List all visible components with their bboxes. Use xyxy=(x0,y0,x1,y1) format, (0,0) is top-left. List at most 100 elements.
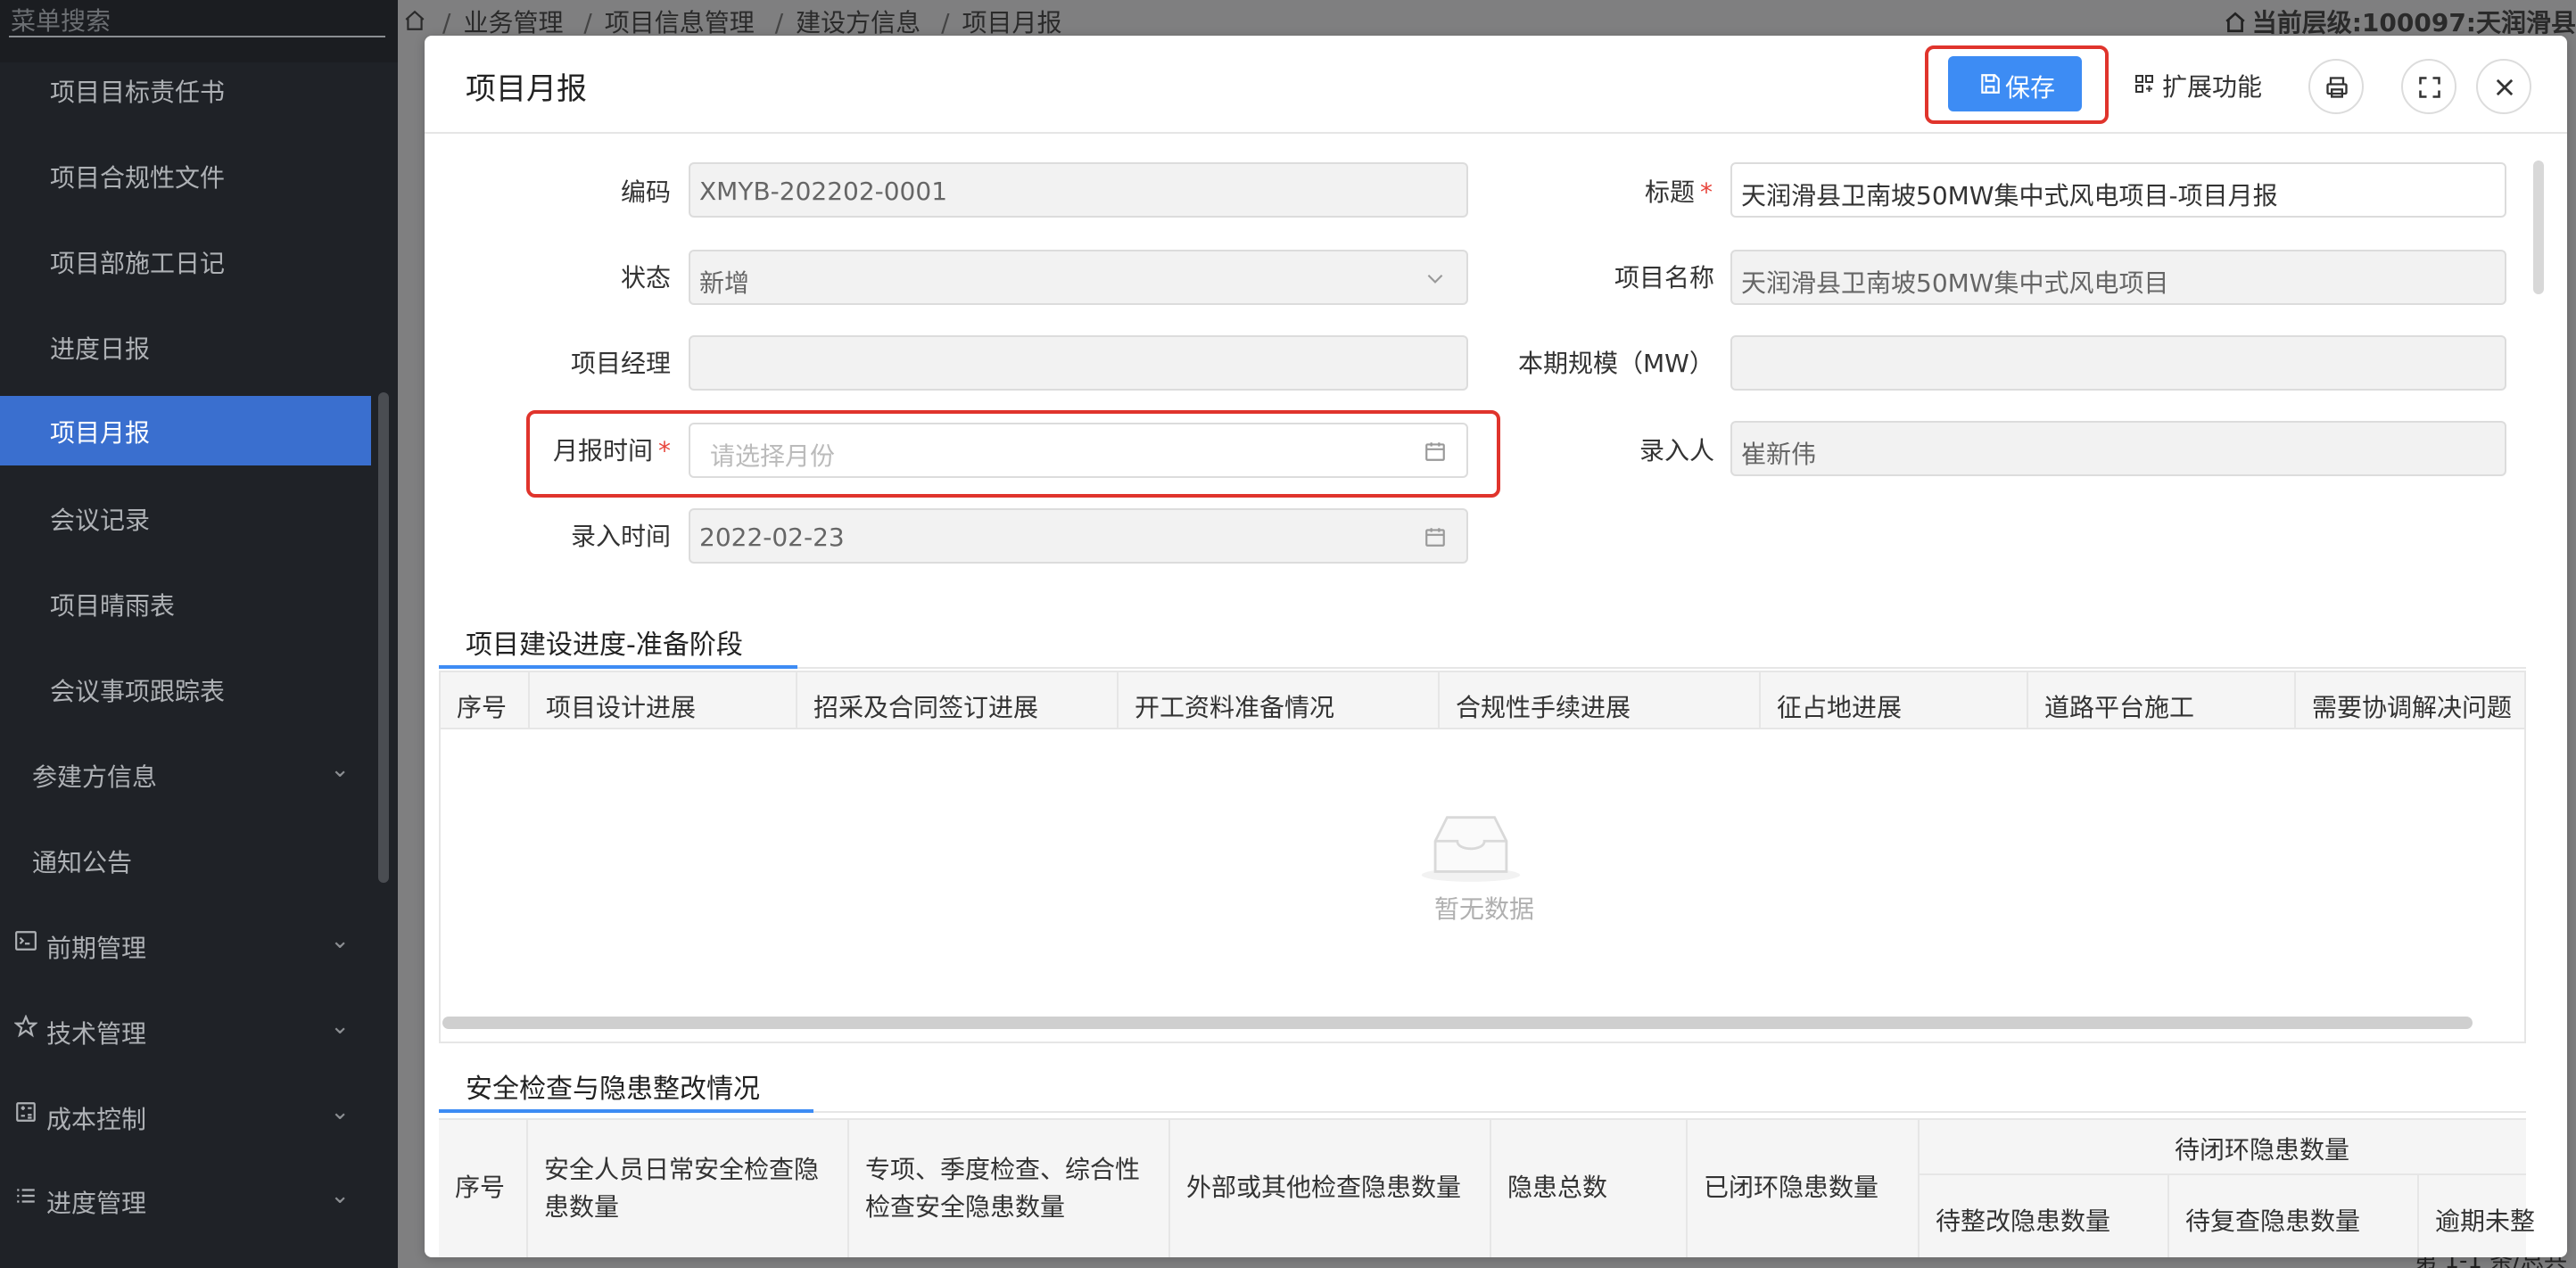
breadcrumb-item[interactable]: 项目信息管理 xyxy=(605,8,755,37)
column-group-header: 待闭环隐患数量 xyxy=(2175,1135,2350,1165)
menu-search-input[interactable]: 菜单搜索 xyxy=(11,2,111,37)
sidebar-item-monthly-report[interactable]: 项目月报 xyxy=(0,396,371,465)
modal-title: 项目月报 xyxy=(466,71,587,107)
preparation-table-body xyxy=(439,729,2526,1043)
save-button[interactable]: 保存 xyxy=(1948,56,2082,111)
empty-inbox-icon xyxy=(1421,816,1521,882)
manager-label: 项目经理 xyxy=(571,349,672,378)
sidebar-group-cost-control[interactable]: 成本控制 ⌄ xyxy=(0,1083,371,1152)
sidebar-item-label: 项目月报 xyxy=(50,418,151,448)
code-value: XMYB-202202-0001 xyxy=(699,177,948,206)
status-select[interactable]: 新增 xyxy=(689,250,1468,305)
title-input[interactable]: 天润滑县卫南坡50MW集中式风电项目-项目月报 xyxy=(1730,162,2506,218)
sidebar-group-participants[interactable]: 参建方信息 ⌄ xyxy=(0,740,371,810)
sidebar-item-label: 项目晴雨表 xyxy=(50,591,176,621)
column-header: 合规性手续进展 xyxy=(1456,693,1631,722)
status-value: 新增 xyxy=(699,268,750,298)
column-header: 道路平台施工 xyxy=(2044,693,2195,722)
table-horizontal-scrollbar[interactable] xyxy=(442,1017,2473,1029)
sidebar-item-construction-diary[interactable]: 项目部施工日记 xyxy=(0,226,371,296)
sidebar-item-daily-progress[interactable]: 进度日报 xyxy=(0,312,371,382)
sidebar-item-meeting-records[interactable]: 会议记录 xyxy=(0,483,371,553)
breadcrumb-item[interactable]: 建设方信息 xyxy=(796,8,921,37)
breadcrumb-item[interactable]: 业务管理 xyxy=(463,8,563,37)
sidebar-group-tech-management[interactable]: 技术管理 ⌄ xyxy=(0,997,371,1066)
fullscreen-button[interactable] xyxy=(2401,59,2456,114)
modal-scrollbar[interactable] xyxy=(2533,161,2544,294)
home-icon[interactable] xyxy=(403,9,426,32)
chevron-down-icon: ⌄ xyxy=(330,756,350,783)
column-header: 开工资料准备情况 xyxy=(1135,693,1335,722)
scale-field xyxy=(1730,335,2506,391)
column-header: 安全人员日常安全检查隐 xyxy=(544,1155,820,1184)
menu-search[interactable]: 菜单搜索 xyxy=(0,0,398,62)
sidebar-item-meeting-tracking[interactable]: 会议事项跟踪表 xyxy=(0,655,371,724)
title-value: 天润滑县卫南坡50MW集中式风电项目-项目月报 xyxy=(1741,181,2278,210)
apps-icon xyxy=(2135,75,2153,93)
entry-time-value: 2022-02-23 xyxy=(699,523,845,552)
sidebar-group-pre-management[interactable]: 前期管理 ⌄ xyxy=(0,911,371,981)
column-header: 待复查隐患数量 xyxy=(2185,1206,2361,1236)
section-title-preparation[interactable]: 项目建设进度-准备阶段 xyxy=(466,622,743,662)
sidebar-item-target-responsibility[interactable]: 项目目标责任书 xyxy=(0,55,371,125)
modal-header: 项目月报 保存 扩展功能 xyxy=(425,36,2567,134)
list-icon xyxy=(17,1189,35,1203)
chevron-down-icon xyxy=(1427,274,1443,284)
safety-table-header: 序号 安全人员日常安全检查隐 患数量 专项、季度检查、综合性 检查安全隐患数量 … xyxy=(439,1118,2535,1257)
chevron-down-icon: ⌄ xyxy=(330,1099,350,1125)
monthly-report-modal: 项目月报 保存 扩展功能 编码 XMYB-202202-0001 标题 * 天润滑… xyxy=(425,36,2567,1257)
chevron-down-icon: ⌄ xyxy=(330,1182,350,1209)
entry-person-label: 录入人 xyxy=(1639,436,1715,465)
breadcrumb: / 业务管理 / 项目信息管理 / 建设方信息 / 项目月报 xyxy=(405,4,1062,39)
entry-person-field: 崔新伟 xyxy=(1730,421,2506,476)
sidebar-item-project-barometer[interactable]: 项目晴雨表 xyxy=(0,569,371,638)
entry-time-field: 2022-02-23 xyxy=(689,508,1468,564)
column-header: 已闭环隐患数量 xyxy=(1704,1173,1879,1202)
sidebar: 菜单搜索 项目目标责任书 项目合规性文件 项目部施工日记 进度日报 项目月报 会… xyxy=(0,0,398,1268)
print-button[interactable] xyxy=(2308,59,2364,114)
column-header: 项目设计进展 xyxy=(546,693,697,722)
save-icon xyxy=(1981,74,2000,94)
status-label: 状态 xyxy=(621,263,672,292)
sidebar-item-label: 项目目标责任书 xyxy=(50,78,226,107)
empty-text: 暂无数据 xyxy=(1434,894,1535,924)
fullscreen-icon xyxy=(2419,77,2440,98)
month-picker[interactable]: 请选择月份 xyxy=(689,423,1468,478)
section-tab-underline xyxy=(439,1109,813,1113)
column-header: 需要协调解决问题 xyxy=(2312,693,2513,722)
entry-time-label: 录入时间 xyxy=(571,522,672,551)
sidebar-group-notices[interactable]: 通知公告 xyxy=(0,826,371,895)
sidebar-item-label: 项目合规性文件 xyxy=(50,163,226,193)
column-header: 专项、季度检查、综合性 xyxy=(865,1155,1141,1184)
column-header: 检查安全隐患数量 xyxy=(865,1192,1066,1222)
column-header: 逾期未整 xyxy=(2435,1206,2536,1236)
sidebar-item-label: 会议事项跟踪表 xyxy=(50,677,226,706)
section-title-safety[interactable]: 安全检查与隐患整改情况 xyxy=(466,1066,760,1106)
month-label: 月报时间 * xyxy=(553,436,672,465)
chevron-down-icon: ⌄ xyxy=(330,1013,350,1040)
star-icon xyxy=(14,1015,37,1038)
sidebar-group-label: 技术管理 xyxy=(46,1019,147,1049)
sidebar-group-progress-management[interactable]: 进度管理 ⌄ xyxy=(0,1166,371,1236)
column-header: 招采及合同签订进展 xyxy=(813,693,1039,722)
top-bar: / 业务管理 / 项目信息管理 / 建设方信息 / 项目月报 当前层级:100097:天… xyxy=(398,0,2576,39)
home-icon xyxy=(2225,12,2245,33)
column-header: 外部或其他检查隐患数量 xyxy=(1186,1173,1462,1202)
sidebar-scrollbar[interactable] xyxy=(378,392,389,883)
column-header: 待整改隐患数量 xyxy=(1936,1206,2111,1236)
chevron-down-icon: ⌄ xyxy=(330,927,350,954)
preparation-table-header: 序号 项目设计进展 招采及合同签订进展 开工资料准备情况 合规性手续进展 征占地… xyxy=(439,671,2526,729)
current-level: 当前层级:100097:天润滑县 xyxy=(2224,4,2576,39)
sidebar-item-compliance-files[interactable]: 项目合规性文件 xyxy=(0,141,371,210)
code-field: XMYB-202202-0001 xyxy=(689,162,1468,218)
close-button[interactable] xyxy=(2476,59,2531,114)
column-header: 隐患总数 xyxy=(1507,1173,1608,1202)
sidebar-item-label: 会议记录 xyxy=(50,506,151,535)
manager-field xyxy=(689,335,1468,391)
close-icon xyxy=(2496,78,2514,96)
entry-person-value: 崔新伟 xyxy=(1741,440,1817,469)
project-name-field: 天润滑县卫南坡50MW集中式风电项目 xyxy=(1730,250,2506,305)
code-label: 编码 xyxy=(621,177,672,207)
sidebar-item-label: 项目部施工日记 xyxy=(50,249,226,278)
calculator-icon xyxy=(16,1102,36,1122)
